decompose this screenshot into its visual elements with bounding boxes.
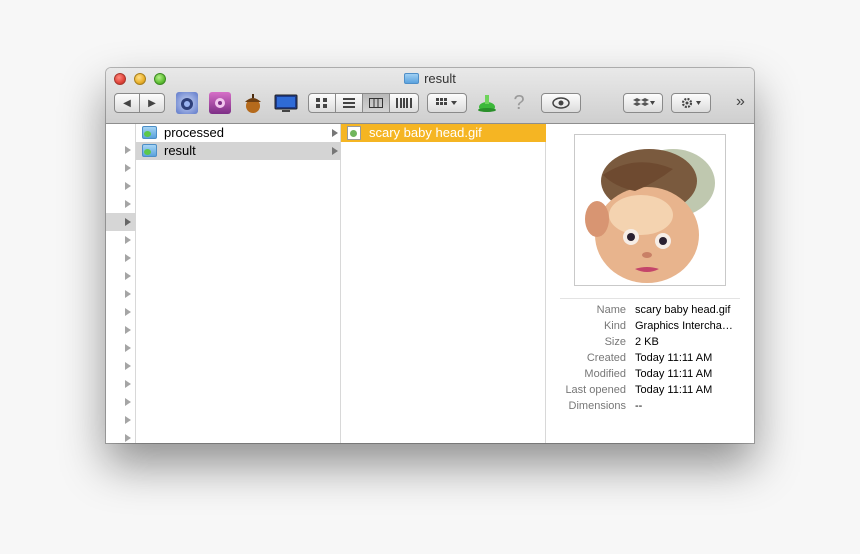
info-key: Size	[604, 336, 626, 348]
disclosure-triangle-icon[interactable]	[125, 236, 131, 244]
forward-button[interactable]: ▶	[139, 93, 165, 113]
column-view-icon	[369, 98, 383, 108]
info-row-kind: Kind Graphics Intercha…	[546, 318, 754, 334]
disclosure-triangle-icon[interactable]	[125, 164, 131, 172]
info-key: Created	[586, 352, 626, 364]
acorn-shape-icon	[245, 94, 261, 113]
list-item[interactable]: scary baby head.gif	[341, 124, 546, 142]
dropbox-icon	[633, 98, 655, 106]
info-value: Today 11:11 AM	[635, 384, 713, 396]
info-row-modified: Modified Today 11:11 AM	[546, 366, 754, 382]
info-value: Graphics Intercha…	[635, 320, 733, 332]
disclosure-triangle-icon[interactable]	[125, 272, 131, 280]
chevron-right-icon	[332, 147, 338, 155]
info-key: Kind	[603, 320, 626, 332]
photo-app-icon[interactable]	[209, 92, 231, 114]
back-button[interactable]: ◀	[114, 93, 140, 113]
list-item[interactable]: result	[136, 142, 341, 160]
coverflow-view-icon	[396, 98, 412, 108]
info-key: Name	[596, 304, 626, 316]
disclosure-triangle-icon[interactable]	[125, 344, 131, 352]
folder-icon	[142, 126, 157, 139]
sidebar-selected-strip	[106, 213, 136, 231]
gear-icon	[681, 97, 701, 109]
disclosure-triangle-icon[interactable]	[125, 362, 131, 370]
arrange-grid-icon	[436, 98, 457, 105]
disclosure-triangle-icon[interactable]	[125, 326, 131, 334]
info-value: 2 KB	[635, 336, 659, 348]
baby-head-image-icon	[585, 149, 715, 283]
display-icon[interactable]	[274, 92, 298, 114]
flower-icon	[215, 98, 225, 108]
info-row-dimensions: Dimensions --	[546, 398, 754, 414]
info-key: Last opened	[565, 384, 626, 396]
list-view-icon	[343, 98, 355, 108]
gif-file-icon	[347, 126, 361, 140]
info-value: scary baby head.gif	[635, 304, 731, 316]
icon-view-button[interactable]	[308, 93, 336, 113]
info-row-name: Name scary baby head.gif	[546, 302, 754, 318]
window-title: result	[106, 71, 754, 87]
info-divider	[560, 298, 740, 299]
monitor-icon	[274, 94, 298, 112]
toolbar-overflow-chevron-icon[interactable]: »	[736, 93, 745, 111]
column-1: processed result	[136, 124, 341, 443]
list-item-label: processed	[164, 125, 224, 140]
action-menu-button[interactable]	[671, 93, 711, 113]
file-preview-thumbnail	[574, 134, 726, 286]
sidebar-collapsed	[106, 124, 136, 443]
list-view-button[interactable]	[335, 93, 363, 113]
disclosure-triangle-icon[interactable]	[125, 254, 131, 262]
disclosure-triangle-icon[interactable]	[125, 398, 131, 406]
disclosure-triangle-icon[interactable]	[125, 146, 131, 154]
flask-icon	[478, 95, 496, 112]
disclosure-triangle-icon[interactable]	[125, 200, 131, 208]
potion-app-icon[interactable]	[476, 92, 498, 114]
info-key: Dimensions	[568, 400, 626, 412]
list-item[interactable]: processed	[136, 124, 341, 142]
disclosure-triangle-icon[interactable]	[125, 290, 131, 298]
back-arrow-icon: ◀	[123, 97, 131, 109]
disclosure-triangle-icon[interactable]	[125, 434, 131, 442]
acorn-icon[interactable]	[242, 92, 264, 114]
list-item-label: result	[164, 143, 196, 158]
info-key: Modified	[584, 368, 626, 380]
info-row-created: Created Today 11:11 AM	[546, 350, 754, 366]
toolbar: result ◀ ▶ ? »	[106, 68, 754, 124]
info-value: --	[635, 400, 643, 412]
column-2: scary baby head.gif	[341, 124, 546, 443]
grid-view-icon	[316, 98, 327, 108]
eye-icon	[552, 97, 570, 109]
arrange-menu-button[interactable]	[427, 93, 467, 113]
info-value: Today 11:11 AM	[635, 352, 713, 364]
info-row-size: Size 2 KB	[546, 334, 754, 350]
image-capture-icon[interactable]	[176, 92, 198, 114]
disclosure-triangle-icon[interactable]	[125, 182, 131, 190]
forward-arrow-icon: ▶	[148, 97, 156, 109]
info-row-last-opened: Last opened Today 11:11 AM	[546, 382, 754, 398]
folder-icon	[142, 144, 157, 157]
coverflow-view-button[interactable]	[389, 93, 419, 113]
disclosure-triangle-icon[interactable]	[125, 218, 131, 226]
folder-icon	[404, 73, 420, 84]
disclosure-triangle-icon[interactable]	[125, 308, 131, 316]
preview-column: Name scary baby head.gif Kind Graphics I…	[546, 124, 754, 443]
camera-icon	[181, 98, 193, 110]
help-icon[interactable]: ?	[508, 92, 530, 114]
finder-window: result ◀ ▶ ? » processed result scary ba…	[106, 68, 754, 443]
quick-look-button[interactable]	[541, 93, 581, 113]
column-view-button[interactable]	[362, 93, 390, 113]
chevron-right-icon	[332, 129, 338, 137]
dropbox-menu-button[interactable]	[623, 93, 663, 113]
info-value: Today 11:11 AM	[635, 368, 713, 380]
window-title-label: result	[424, 71, 456, 86]
list-item-label: scary baby head.gif	[369, 125, 482, 140]
disclosure-triangle-icon[interactable]	[125, 416, 131, 424]
disclosure-triangle-icon[interactable]	[125, 380, 131, 388]
